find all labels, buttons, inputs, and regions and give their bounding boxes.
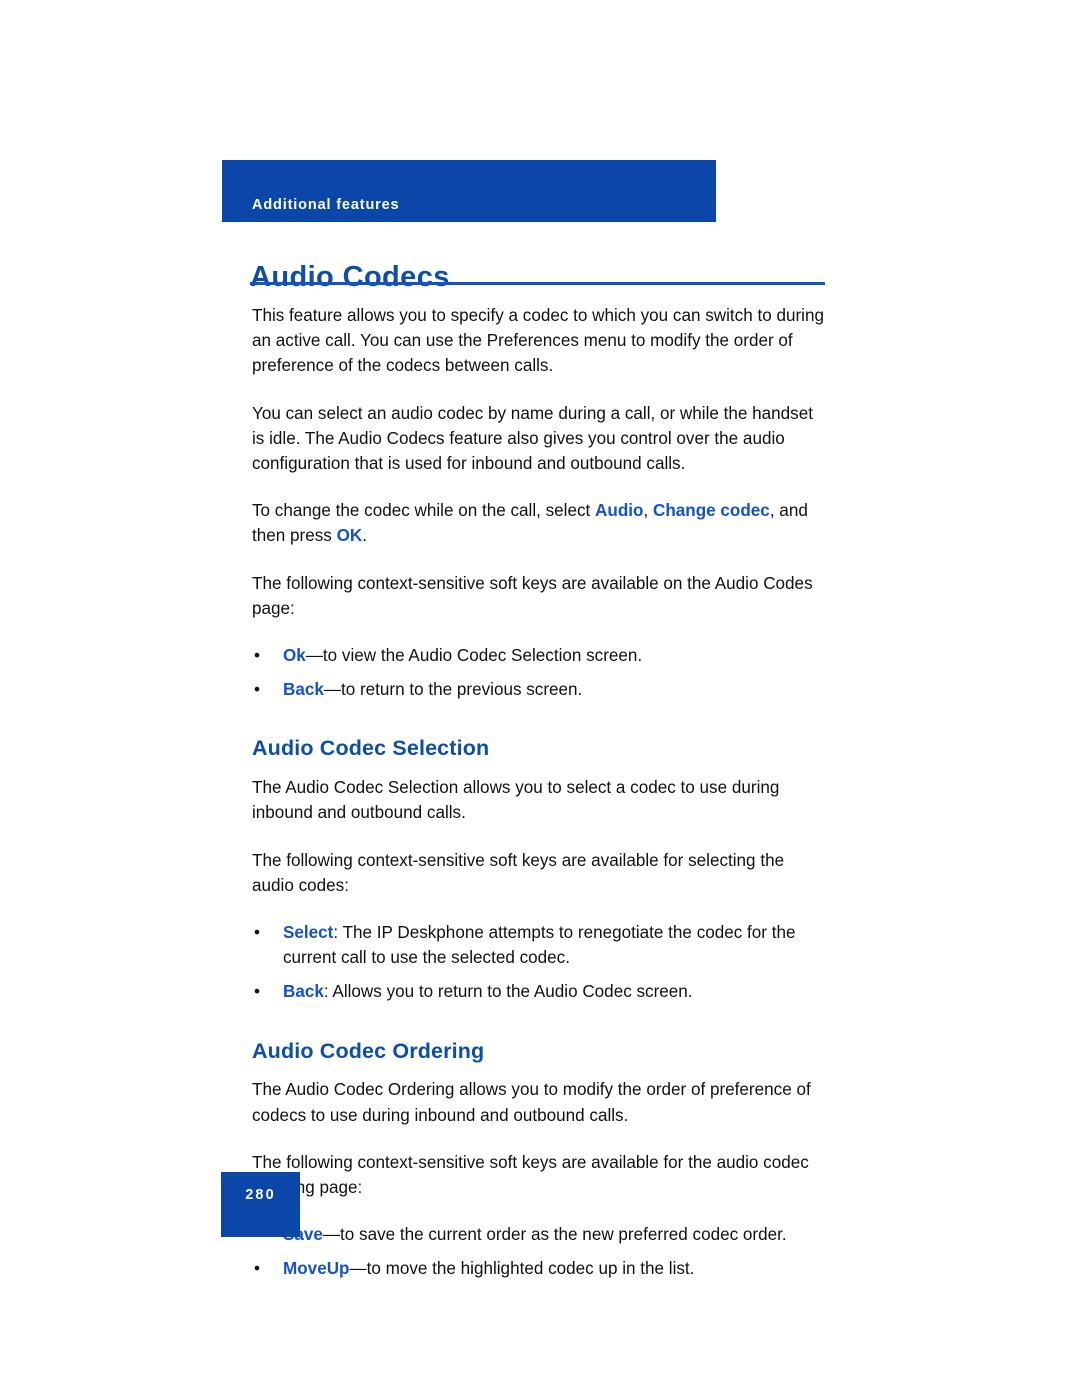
softkey-list-audio-codec-selection: • Select: The IP Deskphone attempts to re… xyxy=(252,920,828,1005)
softkeys-intro-paragraph: The following context-sensitive soft key… xyxy=(252,573,813,618)
change-codec-paragraph: To change the codec while on the call, s… xyxy=(252,498,828,548)
selection-paragraph-2: The following context-sensitive soft key… xyxy=(252,850,785,895)
list-item: • Select: The IP Deskphone attempts to re… xyxy=(252,920,828,970)
keyword-change-codec: Change codec xyxy=(652,501,770,521)
section-heading-audio-codec-selection: Audio Codec Selection xyxy=(252,736,490,761)
softkey-description: : The IP Deskphone attempts to renegotia… xyxy=(283,922,796,968)
softkey-label-select: Select xyxy=(283,922,334,942)
softkey-description: —to view the Audio Codec Selection scree… xyxy=(305,646,643,666)
page-number-block: 280 xyxy=(221,1172,300,1237)
selection-paragraph-1: The Audio Codec Selection allows you to … xyxy=(252,778,780,823)
page-title: Audio Codecs xyxy=(250,261,450,294)
list-item: • Ok—to view the Audio Codec Selection sc… xyxy=(252,643,828,668)
intro-paragraph-1: This feature allows you to specify a cod… xyxy=(252,306,824,376)
softkey-label-ok: Ok xyxy=(283,646,306,666)
bullet-icon: • xyxy=(254,680,260,700)
change-codec-text-part-2: , xyxy=(643,501,653,521)
bullet-icon: • xyxy=(254,646,260,666)
bullet-icon: • xyxy=(254,922,260,942)
softkey-description: : Allows you to return to the Audio Code… xyxy=(323,982,693,1002)
softkey-label-back: Back xyxy=(283,680,324,700)
softkey-label-back: Back xyxy=(283,982,324,1002)
bullet-icon: • xyxy=(254,982,260,1002)
softkey-list-audio-codec-ordering: •Save—to save the current order as the n… xyxy=(252,1222,828,1281)
softkey-label-moveup: MoveUp xyxy=(283,1259,350,1279)
list-item: • Back—to return to the previous screen. xyxy=(252,677,828,702)
section-heading-audio-codec-ordering: Audio Codec Ordering xyxy=(252,1038,485,1063)
change-codec-text-part-1: To change the codec while on the call, s… xyxy=(252,501,596,521)
running-header-label: Additional features xyxy=(252,197,400,213)
ordering-paragraph-2: The following context-sensitive soft key… xyxy=(252,1152,809,1197)
intro-paragraph-2: You can select an audio codec by name du… xyxy=(252,403,813,474)
page-number: 280 xyxy=(245,1187,276,1203)
list-item: •Save—to save the current order as the n… xyxy=(252,1222,828,1247)
softkey-description: —to return to the previous screen. xyxy=(323,680,583,700)
main-content: This feature allows you to specify a cod… xyxy=(252,303,828,1304)
title-underline-rule xyxy=(250,282,825,285)
list-item: • Back: Allows you to return to the Audio… xyxy=(252,979,828,1004)
running-header-bar: Additional features xyxy=(222,160,716,222)
bullet-icon: • xyxy=(254,1259,260,1279)
list-item: • MoveUp—to move the highlighted codec up… xyxy=(252,1256,828,1281)
keyword-ok: OK xyxy=(336,526,363,546)
softkey-description: —to save the current order as the new pr… xyxy=(322,1225,787,1245)
document-page: Additional features Audio Codecs This fe… xyxy=(0,0,1080,1397)
softkey-list-audio-codes: • Ok—to view the Audio Codec Selection sc… xyxy=(252,643,828,702)
softkey-description: —to move the highlighted codec up in the… xyxy=(349,1259,695,1279)
keyword-audio: Audio xyxy=(595,501,644,521)
change-codec-text-part-4: . xyxy=(362,526,367,546)
ordering-paragraph-1: The Audio Codec Ordering allows you to m… xyxy=(252,1080,811,1125)
